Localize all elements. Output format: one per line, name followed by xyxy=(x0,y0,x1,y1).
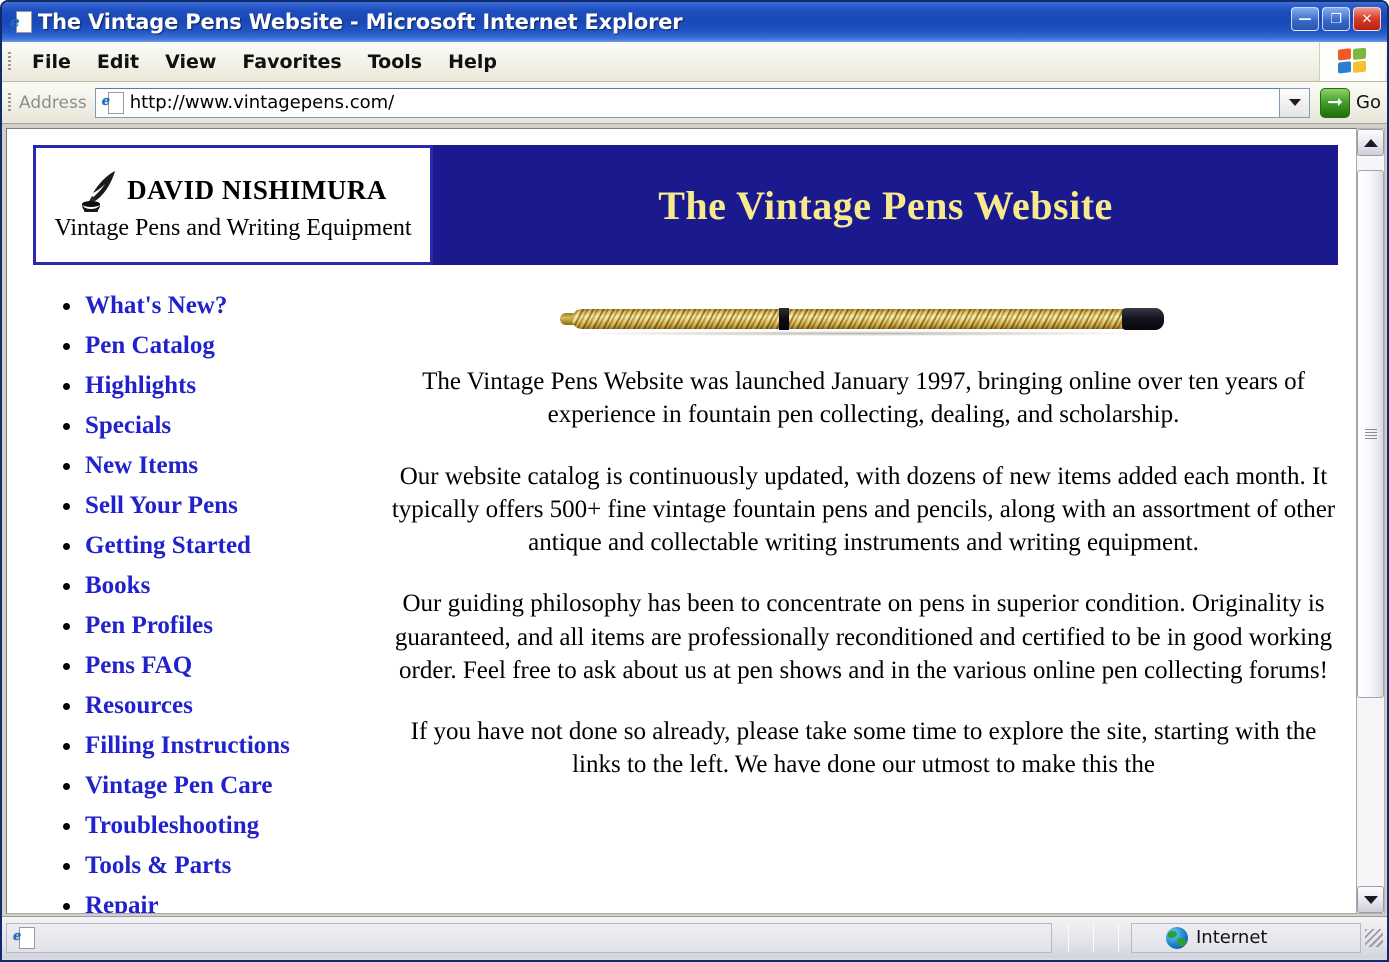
sidebar-item-tools-and-parts[interactable]: Tools & Parts xyxy=(85,852,231,879)
chevron-up-icon xyxy=(1363,138,1378,147)
address-bar: Address e http://www.vintagepens.com/ ➞ … xyxy=(2,82,1387,124)
list-item: Tools & Parts xyxy=(53,849,387,885)
status-message-panel: e xyxy=(6,922,1052,953)
go-button[interactable]: ➞ Go xyxy=(1320,87,1381,118)
address-drag-handle[interactable] xyxy=(8,92,11,113)
intro-paragraph-3: Our guiding philosophy has been to conce… xyxy=(394,590,1333,684)
list-item: Repair xyxy=(53,889,387,913)
list-item: Filling Instructions xyxy=(53,729,387,765)
sidebar-item-highlights[interactable]: Highlights xyxy=(85,372,196,399)
site-header: DAVID NISHIMURA Vintage Pens and Writing… xyxy=(33,145,1338,265)
status-divider xyxy=(1068,923,1069,952)
sidebar-item-pens-faq[interactable]: Pens FAQ xyxy=(85,652,192,679)
vintage-pen-photo xyxy=(554,299,1174,339)
chevron-down-icon xyxy=(1363,895,1378,904)
scroll-down-button[interactable] xyxy=(1357,886,1384,913)
minimize-button[interactable]: — xyxy=(1291,7,1319,31)
windows-flag-glyph xyxy=(1337,46,1368,76)
address-input[interactable]: e http://www.vintagepens.com/ xyxy=(94,87,1281,118)
sidebar-item-whats-new[interactable]: What's New? xyxy=(85,292,227,319)
menu-drag-handle[interactable] xyxy=(8,51,11,72)
sidebar-item-resources[interactable]: Resources xyxy=(85,692,193,719)
site-banner-title: The Vintage Pens Website xyxy=(658,182,1113,228)
status-divider xyxy=(1118,923,1119,952)
ie-page-icon: e xyxy=(13,926,35,949)
list-item: Books xyxy=(53,569,387,605)
nav-list: What's New? Pen Catalog Highlights Speci… xyxy=(53,289,387,913)
menu-item-help[interactable]: Help xyxy=(435,48,510,76)
chevron-down-icon[interactable] xyxy=(1280,87,1311,118)
close-button[interactable]: ✕ xyxy=(1353,7,1381,31)
maximize-button[interactable]: ❐ xyxy=(1322,7,1350,31)
list-item: Resources xyxy=(53,689,387,725)
browser-window: e The Vintage Pens Website - Microsoft I… xyxy=(0,0,1389,962)
go-button-label: Go xyxy=(1356,92,1381,113)
status-bar: e Internet xyxy=(2,916,1387,958)
windows-flag-icon xyxy=(1319,42,1385,81)
sidebar-item-pen-profiles[interactable]: Pen Profiles xyxy=(85,612,213,639)
sidebar-item-repair[interactable]: Repair xyxy=(85,892,159,913)
intro-paragraph-4: If you have not done so already, please … xyxy=(410,718,1317,779)
list-item: Specials xyxy=(53,409,387,445)
security-zone-panel[interactable]: Internet xyxy=(1131,922,1361,953)
sidebar-item-vintage-pen-care[interactable]: Vintage Pen Care xyxy=(85,772,272,799)
list-item: Sell Your Pens xyxy=(53,489,387,525)
site-banner: The Vintage Pens Website xyxy=(433,145,1338,265)
vertical-scrollbar[interactable] xyxy=(1357,128,1385,914)
list-item: Pen Profiles xyxy=(53,609,387,645)
ie-page-icon: e xyxy=(10,11,32,33)
menu-item-favorites[interactable]: Favorites xyxy=(229,48,354,76)
scrollbar-thumb[interactable] xyxy=(1357,170,1384,698)
window-controls: — ❐ ✕ xyxy=(1291,7,1381,31)
list-item: New Items xyxy=(53,449,387,485)
main-content: The Vintage Pens Website was launched Ja… xyxy=(387,289,1356,913)
quill-inkwell-icon xyxy=(82,170,116,212)
sidebar-item-specials[interactable]: Specials xyxy=(85,412,171,439)
security-zone-label: Internet xyxy=(1196,927,1268,948)
browser-viewport: DAVID NISHIMURA Vintage Pens and Writing… xyxy=(2,124,1387,916)
window-title: The Vintage Pens Website - Microsoft Int… xyxy=(38,10,683,34)
sidebar-item-pen-catalog[interactable]: Pen Catalog xyxy=(85,332,215,359)
site-logo[interactable]: DAVID NISHIMURA Vintage Pens and Writing… xyxy=(33,145,433,265)
intro-paragraph-1: The Vintage Pens Website was launched Ja… xyxy=(422,368,1305,429)
arrow-right-icon: ➞ xyxy=(1320,87,1351,118)
scrollbar-grip-icon xyxy=(1364,429,1377,439)
list-item: Pen Catalog xyxy=(53,329,387,365)
menu-item-edit[interactable]: Edit xyxy=(84,48,152,76)
chevron-down-glyph xyxy=(1288,99,1301,106)
sidebar-item-filling-instructions[interactable]: Filling Instructions xyxy=(85,732,290,759)
scrollbar-track[interactable] xyxy=(1357,156,1384,886)
sidebar-item-getting-started[interactable]: Getting Started xyxy=(85,532,251,559)
resize-grip-icon[interactable] xyxy=(1365,928,1383,947)
sidebar-item-sell-your-pens[interactable]: Sell Your Pens xyxy=(85,492,238,519)
list-item: Getting Started xyxy=(53,529,387,565)
list-item: Highlights xyxy=(53,369,387,405)
address-url-text[interactable]: http://www.vintagepens.com/ xyxy=(130,92,395,113)
address-label: Address xyxy=(19,92,87,113)
list-item: Troubleshooting xyxy=(53,809,387,845)
intro-paragraph-2: Our website catalog is continuously upda… xyxy=(391,462,1336,557)
menu-item-view[interactable]: View xyxy=(152,48,229,76)
status-divider xyxy=(1093,923,1094,952)
menu-item-file[interactable]: File xyxy=(19,48,84,76)
globe-icon xyxy=(1166,926,1188,949)
sidebar-navigation: What's New? Pen Catalog Highlights Speci… xyxy=(7,289,387,913)
logo-name-text: DAVID NISHIMURA xyxy=(127,175,387,205)
list-item: Vintage Pen Care xyxy=(53,769,387,805)
logo-tagline-text: Vintage Pens and Writing Equipment xyxy=(54,214,412,241)
page-body: What's New? Pen Catalog Highlights Speci… xyxy=(7,289,1356,913)
scroll-up-button[interactable] xyxy=(1357,129,1384,156)
menu-item-tools[interactable]: Tools xyxy=(355,48,435,76)
web-page-content: DAVID NISHIMURA Vintage Pens and Writing… xyxy=(6,128,1357,914)
menu-bar: File Edit View Favorites Tools Help xyxy=(2,42,1387,82)
list-item: What's New? xyxy=(53,289,387,325)
page-favicon-icon: e xyxy=(102,91,124,114)
title-bar: e The Vintage Pens Website - Microsoft I… xyxy=(2,2,1387,42)
sidebar-item-new-items[interactable]: New Items xyxy=(85,452,198,479)
sidebar-item-books[interactable]: Books xyxy=(85,572,150,599)
sidebar-item-troubleshooting[interactable]: Troubleshooting xyxy=(85,812,259,839)
list-item: Pens FAQ xyxy=(53,649,387,685)
